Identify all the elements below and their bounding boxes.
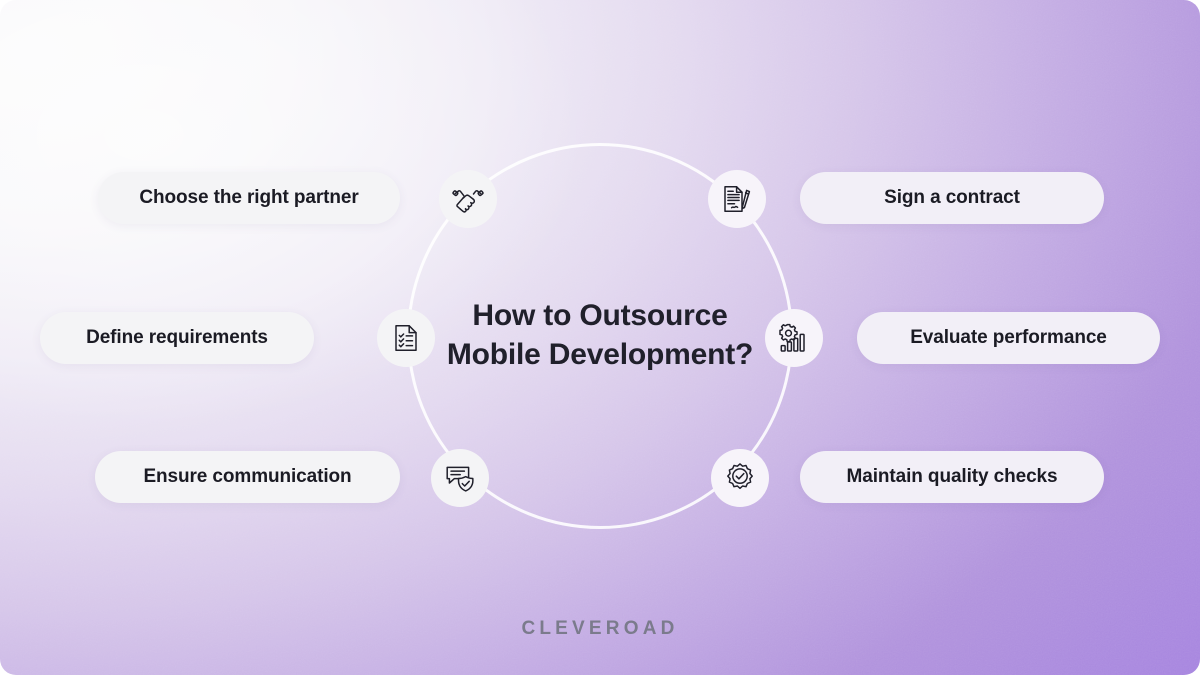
chat-shield-check-icon (444, 462, 476, 494)
step-label-text: Evaluate performance (910, 327, 1107, 348)
step-label-maintain-quality-checks: Maintain quality checks (800, 451, 1104, 503)
step-label-choose-the-right-partner: Choose the right partner (98, 172, 400, 224)
step-label-sign-a-contract: Sign a contract (800, 172, 1104, 224)
gear-bar-chart-icon (778, 322, 810, 354)
step-label-define-requirements: Define requirements (40, 312, 314, 364)
step-label-text: Ensure communication (143, 466, 352, 487)
quality-badge-check-icon (724, 462, 756, 494)
icon-bubble-evaluate-performance (765, 309, 823, 367)
step-label-text: Define requirements (86, 327, 268, 348)
contract-document-pen-icon (721, 183, 753, 215)
icon-bubble-maintain-quality-checks (711, 449, 769, 507)
icon-bubble-define-requirements (377, 309, 435, 367)
brand-logo-text: CLEVEROAD (521, 618, 679, 639)
step-label-text: Sign a contract (884, 187, 1020, 208)
page-title-line-1: How to Outsource (472, 299, 728, 332)
checklist-document-icon (391, 323, 421, 353)
icon-bubble-ensure-communication (431, 449, 489, 507)
page-title: How to Outsource Mobile Development? (395, 296, 805, 374)
icon-bubble-choose-the-right-partner (439, 170, 497, 228)
infographic-canvas: How to Outsource Mobile Development? Cho… (0, 0, 1200, 675)
page-title-line-2: Mobile Development? (446, 338, 754, 371)
step-label-text: Choose the right partner (139, 187, 359, 208)
step-label-evaluate-performance: Evaluate performance (857, 312, 1160, 364)
icon-bubble-sign-a-contract (708, 170, 766, 228)
step-label-ensure-communication: Ensure communication (95, 451, 400, 503)
step-label-text: Maintain quality checks (846, 466, 1058, 487)
handshake-icon (451, 182, 485, 216)
